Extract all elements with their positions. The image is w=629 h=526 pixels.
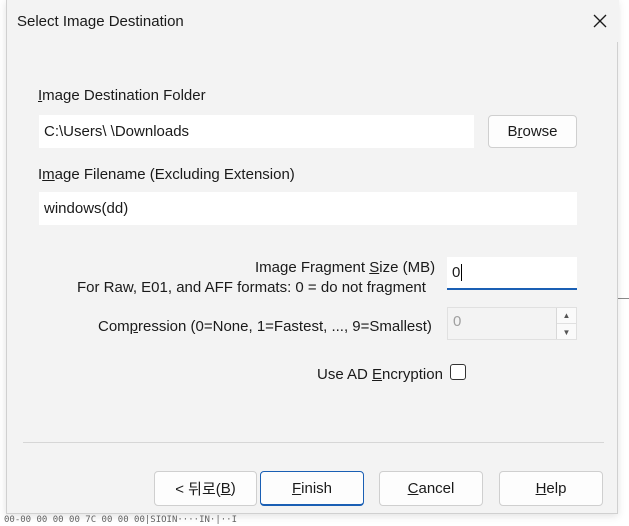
destination-folder-label: Image Destination Folder	[38, 87, 206, 104]
spin-down-icon[interactable]: ▼	[557, 324, 576, 340]
compression-label-prefix: Com	[98, 318, 130, 335]
filename-input[interactable]: windows(dd)	[39, 192, 577, 225]
filename-value: windows(dd)	[44, 200, 129, 217]
compression-label: Compression (0=None, 1=Fastest, ..., 9=S…	[98, 318, 432, 335]
finish-button[interactable]: Finish	[260, 471, 364, 506]
compression-value: 0	[453, 313, 462, 330]
fragment-size-hint: For Raw, E01, and AFF formats: 0 = do no…	[77, 279, 426, 296]
text-caret	[461, 264, 463, 281]
select-image-destination-dialog: Select Image Destination Image Destinati…	[6, 0, 619, 514]
fragment-mnemonic: S	[369, 259, 380, 276]
filename-mnemonic: m	[42, 166, 55, 183]
finish-mnemonic: F	[291, 479, 302, 497]
fragment-size-label: Image Fragment Size (MB)	[255, 259, 435, 276]
back-label-suffix: )	[230, 480, 236, 497]
fragment-label-rest: ize (MB)	[379, 259, 436, 276]
encryption-label-rest: ncryption	[382, 366, 443, 383]
encryption-label: Use AD Encryption	[317, 366, 443, 383]
destination-folder-value: C:\Users\ \Downloads	[44, 123, 190, 140]
cancel-button[interactable]: Cancel	[379, 471, 483, 506]
background-hex-text: 00-00 00 00 00 7C 00 00 00|SIOIN····IN·|…	[4, 515, 237, 525]
encryption-label-prefix: Use AD	[317, 366, 373, 383]
compression-spinbox[interactable]: 0 ▲ ▼	[447, 307, 577, 340]
close-icon[interactable]	[585, 6, 615, 36]
button-divider	[23, 442, 604, 443]
browse-label-rest: owse	[522, 123, 558, 140]
fragment-size-value: 0	[452, 264, 461, 281]
back-label-prefix: < 뒤로(	[175, 481, 221, 498]
help-mnemonic: H	[535, 480, 547, 497]
cancel-mnemonic: C	[407, 480, 419, 497]
dialog-title: Select Image Destination	[17, 13, 184, 30]
help-button[interactable]: Help	[499, 471, 603, 506]
destination-folder-label-text: mage Destination Folder	[42, 87, 206, 104]
close-icon-glyph	[593, 14, 607, 28]
browse-label-prefix: B	[507, 123, 518, 140]
filename-label: Image Filename (Excluding Extension)	[38, 166, 295, 183]
back-mnemonic: B	[220, 480, 231, 497]
finish-label-rest: inish	[301, 479, 333, 497]
destination-folder-input[interactable]: C:\Users\ \Downloads	[39, 115, 474, 148]
fragment-label-prefix: Image Fragment	[255, 259, 370, 276]
compression-spin-buttons: ▲ ▼	[556, 308, 576, 339]
compression-label-rest: ression (0=None, 1=Fastest, ..., 9=Small…	[138, 318, 432, 335]
encryption-mnemonic: E	[372, 366, 383, 383]
spin-up-icon[interactable]: ▲	[557, 308, 576, 324]
compression-mnemonic: p	[129, 318, 139, 335]
title-bar: Select Image Destination	[7, 0, 619, 42]
help-label-rest: elp	[546, 480, 567, 497]
filename-label-rest: age Filename (Excluding Extension)	[54, 166, 295, 183]
encryption-checkbox[interactable]	[450, 364, 466, 380]
fragment-size-input[interactable]: 0	[447, 257, 577, 290]
cancel-label-rest: ancel	[418, 480, 455, 497]
back-button[interactable]: < 뒤로(B)	[154, 471, 257, 506]
browse-button[interactable]: Br owse	[488, 115, 577, 148]
